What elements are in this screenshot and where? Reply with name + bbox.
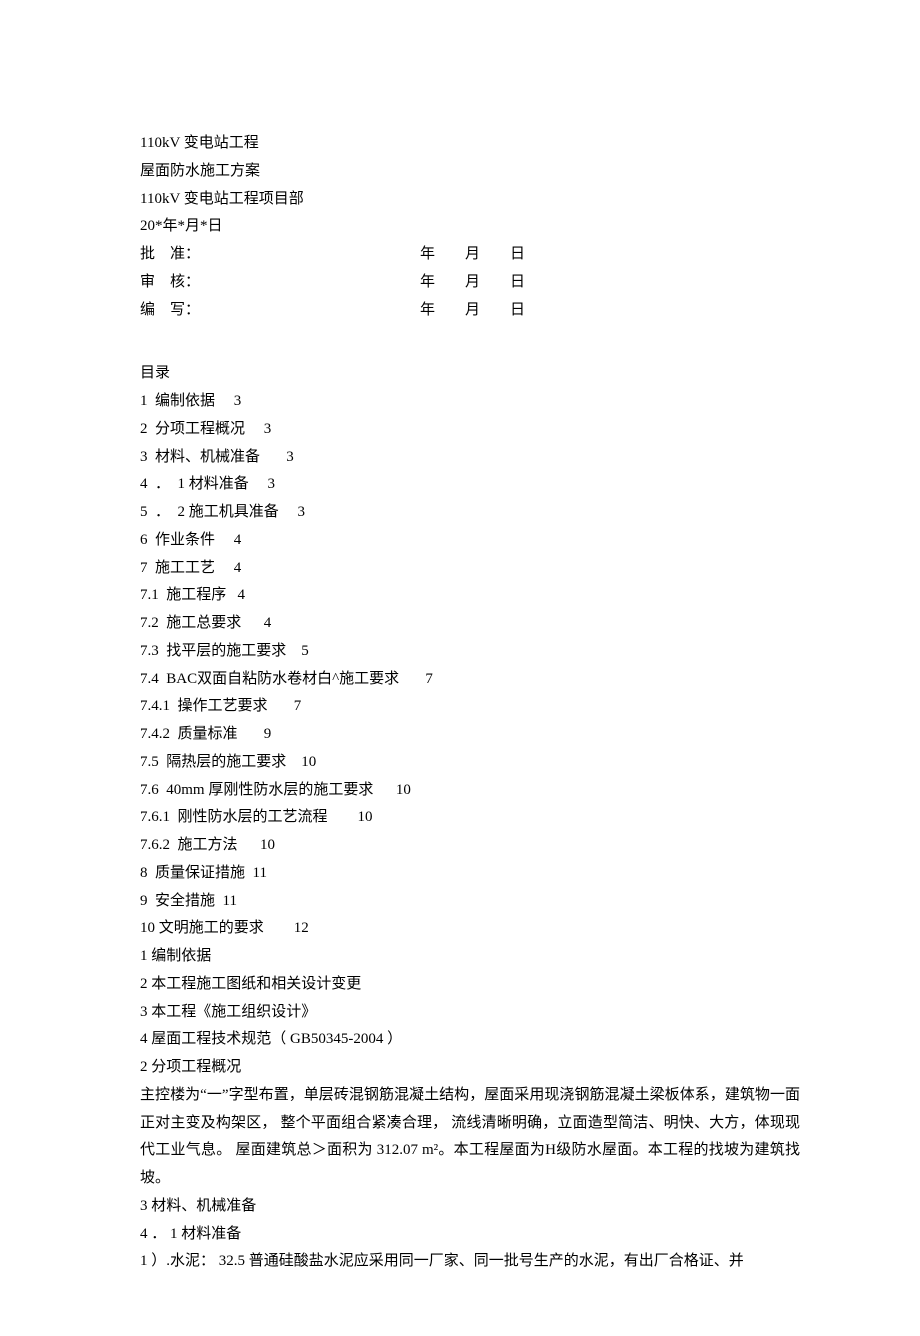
body-paragraph: 主控楼为“一”字型布置，单层砖混钢筋混凝土结构，屋面采用现浇钢筋混凝土梁板体系，… — [140, 1082, 800, 1193]
toc-item: 7.4 BAC双面自粘防水卷材白^施工要求 7 — [140, 666, 800, 694]
toc-heading: 目录 — [140, 360, 800, 388]
toc-item: 1 编制依据 3 — [140, 388, 800, 416]
spacer — [140, 324, 800, 342]
approval-row-review: 审 核： 年 月 日 — [140, 269, 800, 297]
toc-item: 7.4.1 操作工艺要求 7 — [140, 693, 800, 721]
body-paragraph: 4 屋面工程技术规范（ GB50345-2004 ） — [140, 1026, 800, 1054]
approval-date: 年 月 日 — [420, 269, 525, 297]
toc-item: 7.6 40mm 厚刚性防水层的施工要求 10 — [140, 777, 800, 805]
toc-item: 8 质量保证措施 11 — [140, 860, 800, 888]
doc-title-line1: 110kV 变电站工程 — [140, 130, 800, 158]
approval-date: 年 月 日 — [420, 241, 525, 269]
approval-row-approve: 批 准： 年 月 日 — [140, 241, 800, 269]
toc-item: 3 材料、机械准备 3 — [140, 444, 800, 472]
toc-item: 7.1 施工程序 4 — [140, 582, 800, 610]
body-paragraph: 3 本工程《施工组织设计》 — [140, 999, 800, 1027]
approval-label: 审 核： — [140, 269, 420, 297]
approval-label: 编 写： — [140, 297, 420, 325]
toc-item: 7.5 隔热层的施工要求 10 — [140, 749, 800, 777]
toc-item: 7.2 施工总要求 4 — [140, 610, 800, 638]
toc-item: 4 ． 1 材料准备 3 — [140, 471, 800, 499]
body-paragraph: 4 ． 1 材料准备 — [140, 1221, 800, 1249]
body-paragraph: 2 本工程施工图纸和相关设计变更 — [140, 971, 800, 999]
toc-item: 7.6.2 施工方法 10 — [140, 832, 800, 860]
doc-date-line: 20*年*月*日 — [140, 213, 800, 241]
body-paragraph: 2 分项工程概况 — [140, 1054, 800, 1082]
toc-item: 10 文明施工的要求 12 — [140, 915, 800, 943]
toc-item: 7.3 找平层的施工要求 5 — [140, 638, 800, 666]
toc-item: 5 ． 2 施工机具准备 3 — [140, 499, 800, 527]
approval-date: 年 月 日 — [420, 297, 525, 325]
toc-item: 9 安全措施 11 — [140, 888, 800, 916]
toc-item: 2 分项工程概况 3 — [140, 416, 800, 444]
toc-item: 7.4.2 质量标准 9 — [140, 721, 800, 749]
approval-label: 批 准： — [140, 241, 420, 269]
body-paragraph: 1 编制依据 — [140, 943, 800, 971]
body-paragraph: 3 材料、机械准备 — [140, 1193, 800, 1221]
body-paragraph: 1 ）.水泥： 32.5 普通硅酸盐水泥应采用同一厂家、同一批号生产的水泥，有出… — [140, 1248, 800, 1276]
doc-title-line2: 屋面防水施工方案 — [140, 158, 800, 186]
document-page: 110kV 变电站工程 屋面防水施工方案 110kV 变电站工程项目部 20*年… — [0, 0, 920, 1336]
toc-item: 6 作业条件 4 — [140, 527, 800, 555]
approval-row-author: 编 写： 年 月 日 — [140, 297, 800, 325]
toc-item: 7 施工工艺 4 — [140, 555, 800, 583]
toc-item: 7.6.1 刚性防水层的工艺流程 10 — [140, 804, 800, 832]
doc-title-line3: 110kV 变电站工程项目部 — [140, 186, 800, 214]
